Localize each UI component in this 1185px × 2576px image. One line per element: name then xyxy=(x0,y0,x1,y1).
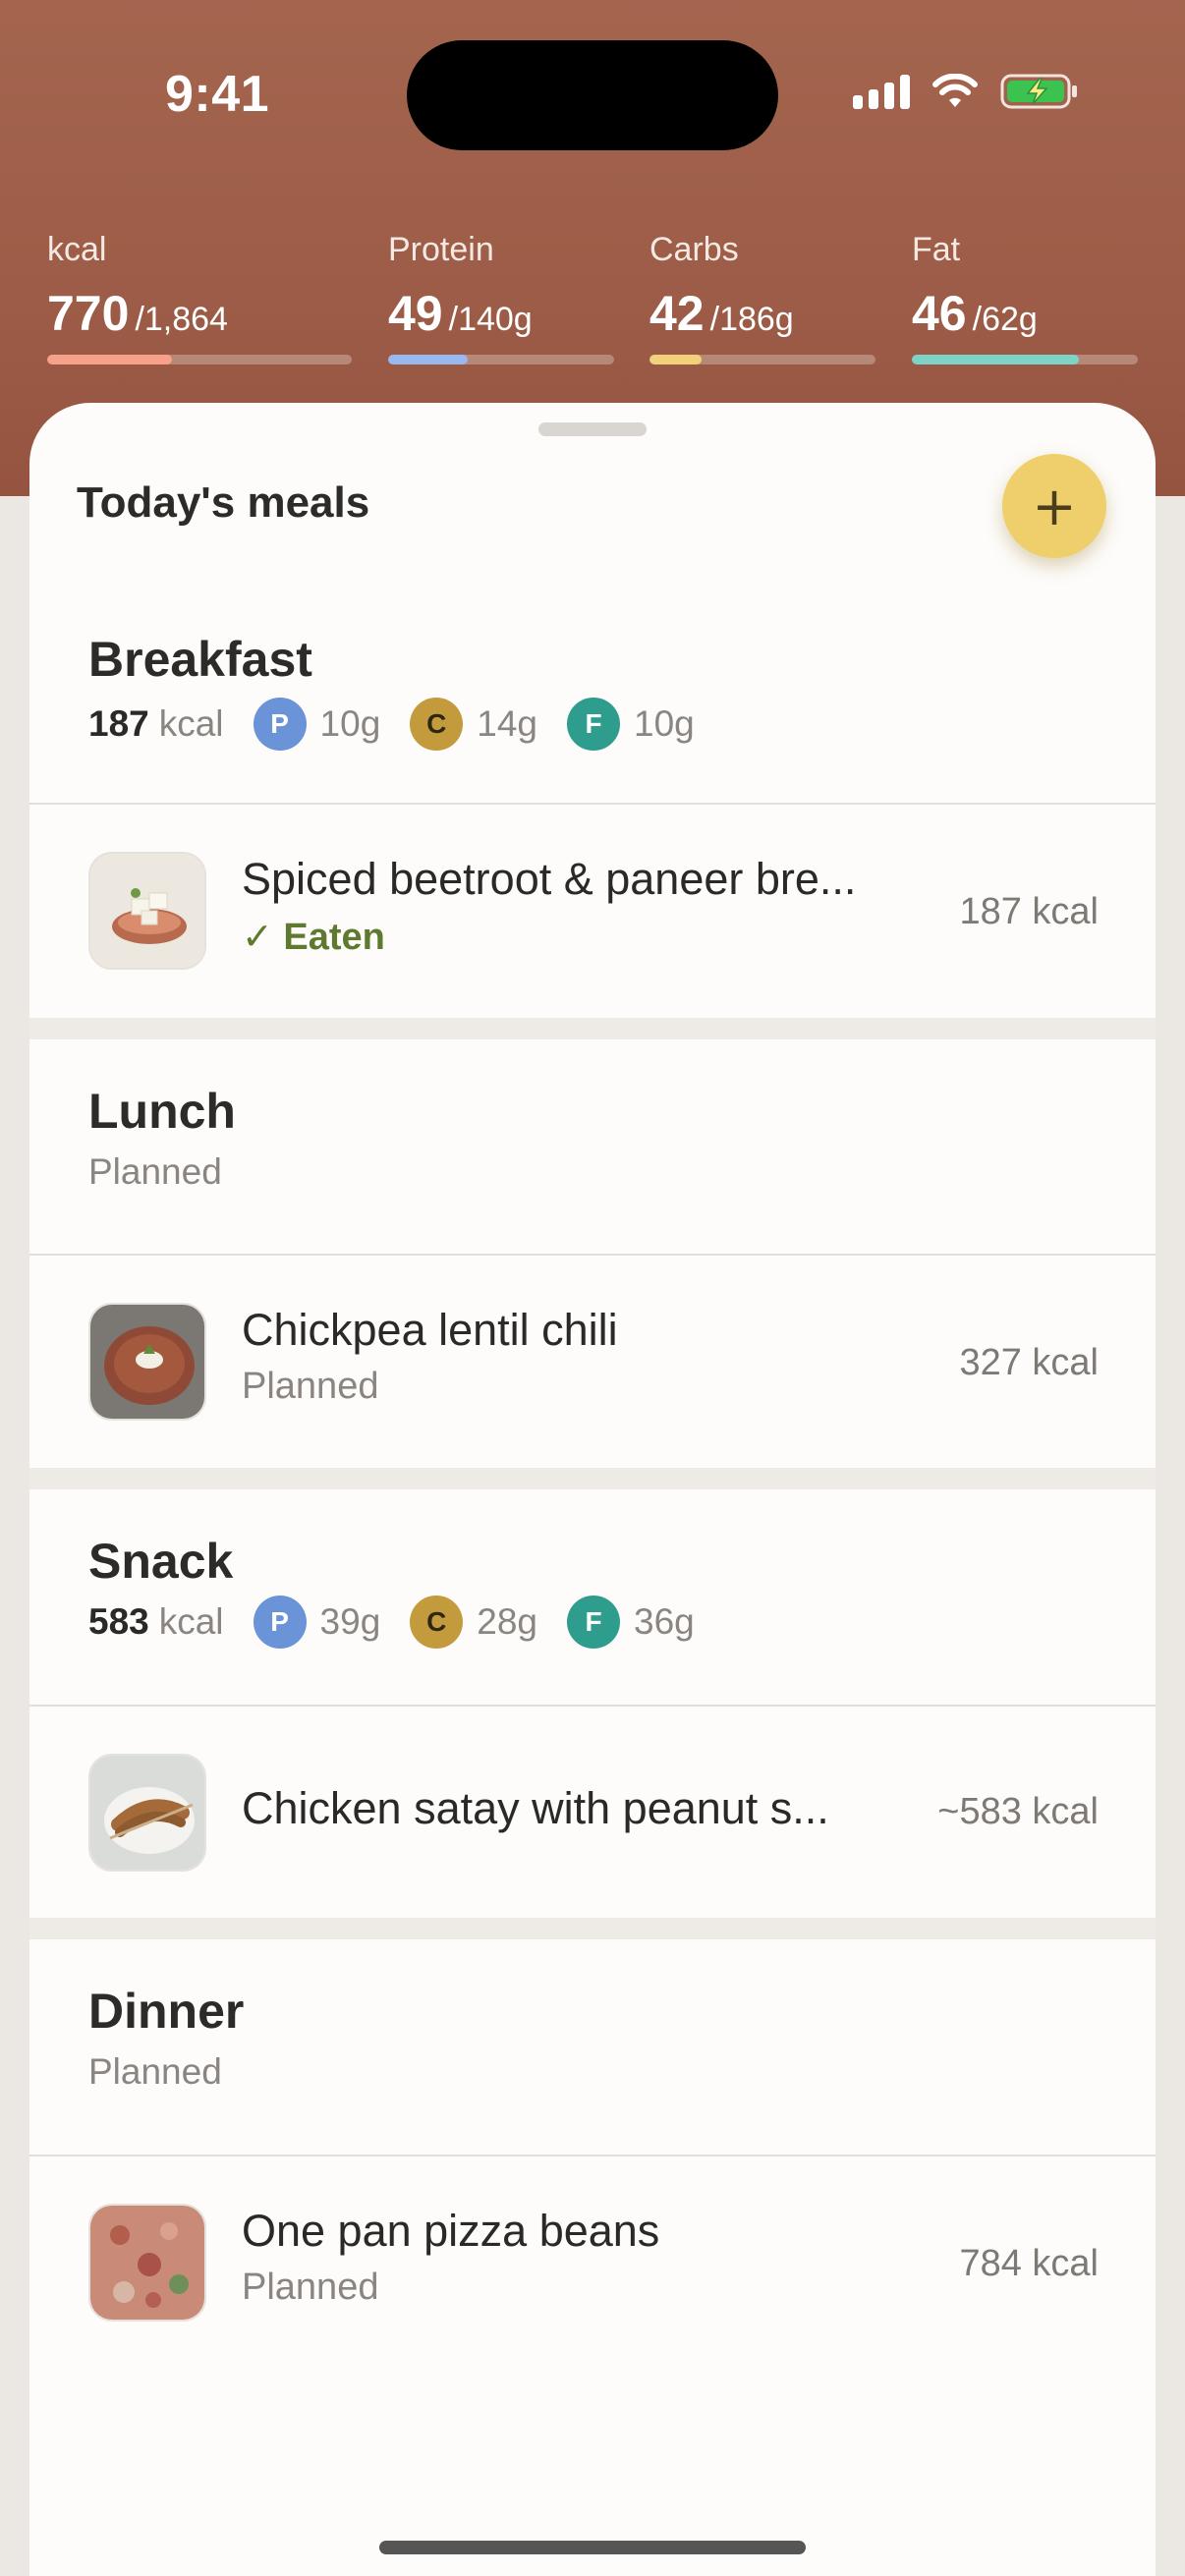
sheet-title: Today's meals xyxy=(77,478,370,527)
macro-value: 770 xyxy=(47,286,130,341)
meal-item[interactable]: One pan pizza beans Planned 784 kcal xyxy=(29,2156,1156,2358)
macro-progress-fill xyxy=(388,355,468,364)
meal-kcal-label: kcal xyxy=(158,703,224,744)
macro-label: Carbs xyxy=(649,231,739,268)
plus-icon: + xyxy=(1032,475,1077,537)
meal-kcal-value: 583 xyxy=(88,1601,149,1642)
meal-item-status: ✓ Eaten xyxy=(242,917,385,958)
meal-status: Planned xyxy=(88,2051,222,2093)
meal-item-status: Planned xyxy=(242,2267,379,2308)
home-indicator[interactable] xyxy=(379,2541,806,2554)
paneer-dish-thumb xyxy=(88,852,206,970)
macro-target: /62g xyxy=(972,301,1038,338)
pizza-beans-thumb xyxy=(88,2204,206,2322)
meal-item-kcal: ~583 kcal xyxy=(937,1791,1099,1832)
fat-value: 10g xyxy=(634,703,695,744)
macro-progress-fill xyxy=(47,355,173,364)
macro-label: Fat xyxy=(912,231,961,268)
fat-badge-icon: F xyxy=(567,698,621,751)
macro-value: 42 xyxy=(649,286,705,341)
macro-label: Protein xyxy=(388,231,494,268)
meal-name: Breakfast xyxy=(88,632,312,687)
add-meal-button[interactable]: + xyxy=(1002,454,1106,558)
carbs-badge-icon: C xyxy=(410,698,464,751)
cellular-signal-icon xyxy=(853,74,910,109)
protein-value: 39g xyxy=(319,1601,381,1642)
macro-target: /1,864 xyxy=(135,301,228,338)
fat-value: 36g xyxy=(634,1601,695,1642)
meal-section-dinner[interactable]: Dinner Planned xyxy=(29,1939,1156,2150)
macro-progress-bar xyxy=(649,355,875,364)
meal-status: Planned xyxy=(88,1151,222,1193)
meal-item-title: One pan pizza beans xyxy=(242,2206,660,2256)
meal-item-kcal: 187 kcal xyxy=(959,891,1099,932)
sheet-grabber[interactable] xyxy=(538,422,647,436)
macro-value: 49 xyxy=(388,286,443,341)
meal-section-breakfast[interactable]: Breakfast 187 kcal P 10g C 14g F 10g xyxy=(29,593,1156,804)
battery-charging-icon xyxy=(1000,73,1079,110)
wifi-icon xyxy=(931,74,979,109)
meal-item-title: Chickpea lentil chili xyxy=(242,1305,618,1355)
macro-value: 46 xyxy=(912,286,967,341)
carbs-value: 28g xyxy=(477,1601,538,1642)
macro-fat: Fat 46/62g xyxy=(912,231,1138,364)
meal-status-text: Planned xyxy=(88,2051,222,2092)
macro-label: kcal xyxy=(47,231,107,268)
meal-macros: 187 kcal P 10g C 14g F 10g xyxy=(88,698,695,751)
meal-name: Dinner xyxy=(88,1984,245,2039)
protein-badge-icon: P xyxy=(253,1596,307,1649)
protein-value: 10g xyxy=(319,703,381,744)
dynamic-island xyxy=(407,40,778,150)
meal-macros: 583 kcal P 39g C 28g F 36g xyxy=(88,1596,695,1649)
carbs-badge-icon: C xyxy=(410,1596,464,1649)
meal-item[interactable]: Spiced beetroot & paneer bre... ✓ Eaten … xyxy=(29,805,1156,1006)
meal-name: Snack xyxy=(88,1534,234,1589)
macro-carbs: Carbs 42/186g xyxy=(649,231,875,364)
macro-progress-bar xyxy=(388,355,614,364)
meal-kcal-value: 187 xyxy=(88,703,149,744)
status-icons xyxy=(853,73,1079,110)
meal-item-kcal: 327 kcal xyxy=(959,1342,1099,1383)
macro-progress-fill xyxy=(912,355,1080,364)
meals-sheet[interactable]: Today's meals + Breakfast 187 kcal P 10g … xyxy=(29,403,1156,2576)
meal-item-title: Chicken satay with peanut s... xyxy=(242,1783,829,1833)
meal-item[interactable]: Chicken satay with peanut s... ~583 kcal xyxy=(29,1707,1156,1908)
macro-kcal: kcal 770/1,864 xyxy=(47,231,352,364)
protein-badge-icon: P xyxy=(253,698,307,751)
macro-protein: Protein 49/140g xyxy=(388,231,614,364)
meal-item-status: Planned xyxy=(242,1366,379,1407)
meal-name: Lunch xyxy=(88,1084,236,1139)
meal-kcal-label: kcal xyxy=(158,1601,224,1642)
macro-target: /186g xyxy=(709,301,794,338)
meal-item[interactable]: Chickpea lentil chili Planned 327 kcal xyxy=(29,1256,1156,1457)
macro-progress-fill xyxy=(649,355,702,364)
meal-section-lunch[interactable]: Lunch Planned xyxy=(29,1039,1156,1250)
macro-target: /140g xyxy=(448,301,533,338)
macro-progress-bar xyxy=(47,355,352,364)
meal-status-text: Planned xyxy=(88,1151,222,1192)
meal-item-title: Spiced beetroot & paneer bre... xyxy=(242,854,857,904)
meal-item-kcal: 784 kcal xyxy=(959,2243,1099,2284)
fat-badge-icon: F xyxy=(567,1596,621,1649)
status-time: 9:41 xyxy=(165,66,270,123)
macro-progress-bar xyxy=(912,355,1138,364)
meal-section-snack[interactable]: Snack 583 kcal P 39g C 28g F 36g xyxy=(29,1489,1156,1700)
carbs-value: 14g xyxy=(477,703,538,744)
satay-plate-thumb xyxy=(88,1754,206,1872)
chili-bowl-thumb xyxy=(88,1303,206,1421)
